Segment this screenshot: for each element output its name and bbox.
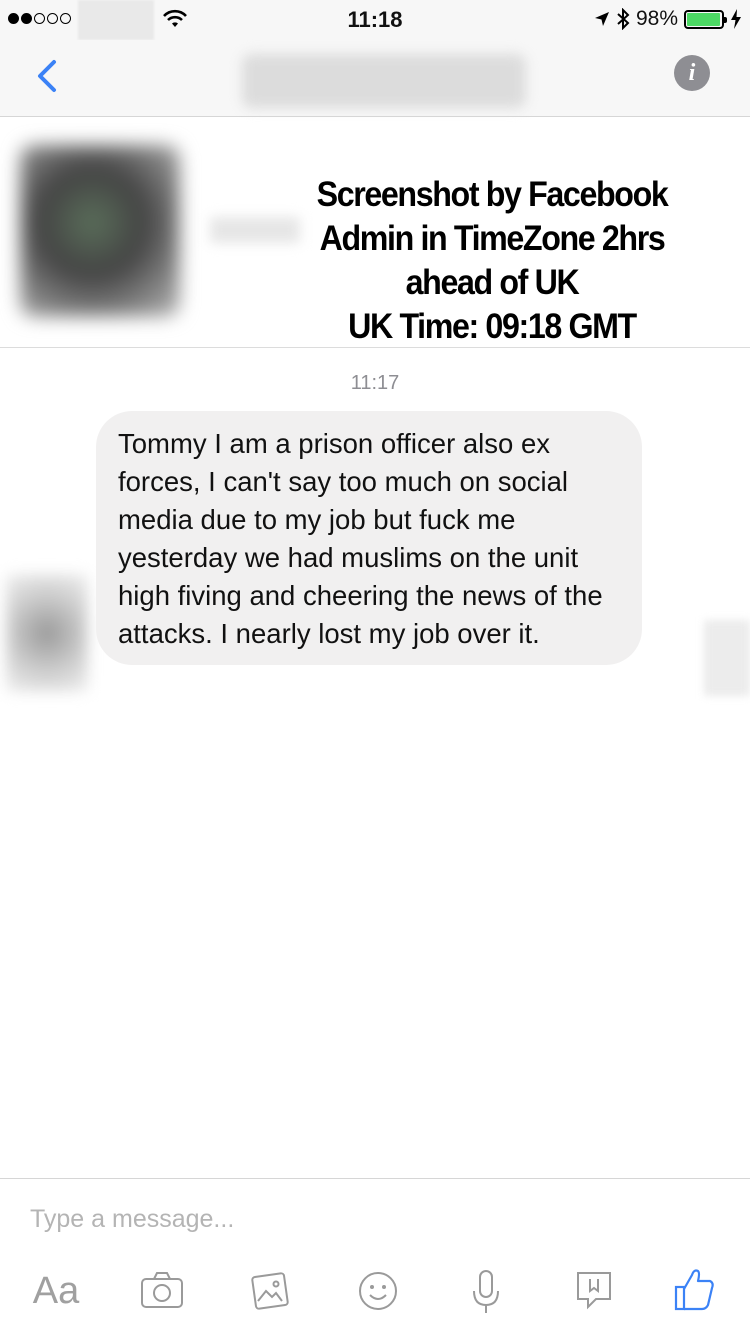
sticker-icon[interactable] xyxy=(570,1261,618,1321)
sender-avatar-redacted[interactable] xyxy=(6,574,88,692)
composer-toolbar: Aa xyxy=(0,1261,750,1321)
conversation-title-redacted[interactable] xyxy=(242,54,526,108)
annotation-line: UK Time: 09:18 GMT xyxy=(348,307,637,346)
back-chevron-icon[interactable] xyxy=(30,56,66,96)
text-format-button[interactable]: Aa xyxy=(28,1261,84,1321)
microphone-icon[interactable] xyxy=(462,1261,510,1321)
message-bubble[interactable]: Tommy I am a prison officer also ex forc… xyxy=(96,411,642,665)
annotation-line: Admin in TimeZone 2hrs xyxy=(319,219,666,258)
redacted-area xyxy=(704,620,750,696)
message-composer: Type a message... Aa xyxy=(0,1178,750,1334)
thumbs-up-icon[interactable] xyxy=(670,1261,718,1321)
profile-avatar-redacted[interactable] xyxy=(20,145,180,317)
message-timestamp: 11:17 xyxy=(350,372,400,394)
screenshot-annotation: Screenshot by Facebook Admin in TimeZone… xyxy=(299,173,685,349)
info-icon[interactable]: i xyxy=(674,55,710,91)
profile-name-redacted xyxy=(210,217,300,243)
bluetooth-icon xyxy=(617,8,630,30)
photo-icon[interactable] xyxy=(246,1261,294,1321)
battery-icon xyxy=(684,9,727,29)
status-right-group: 98% xyxy=(594,7,742,31)
profile-header: Screenshot by Facebook Admin in TimeZone… xyxy=(0,117,750,348)
message-input[interactable]: Type a message... xyxy=(30,1205,234,1234)
location-arrow-icon xyxy=(594,12,609,26)
battery-percentage: 98% xyxy=(635,7,678,30)
camera-icon[interactable] xyxy=(138,1261,186,1321)
status-bar: 11:18 98% xyxy=(0,0,750,40)
conversation-nav-bar: i xyxy=(0,40,750,117)
charging-bolt-icon xyxy=(731,9,741,29)
annotation-line: Screenshot by Facebook xyxy=(316,175,669,214)
annotation-line: ahead of UK xyxy=(405,263,580,302)
emoji-icon[interactable] xyxy=(354,1261,402,1321)
